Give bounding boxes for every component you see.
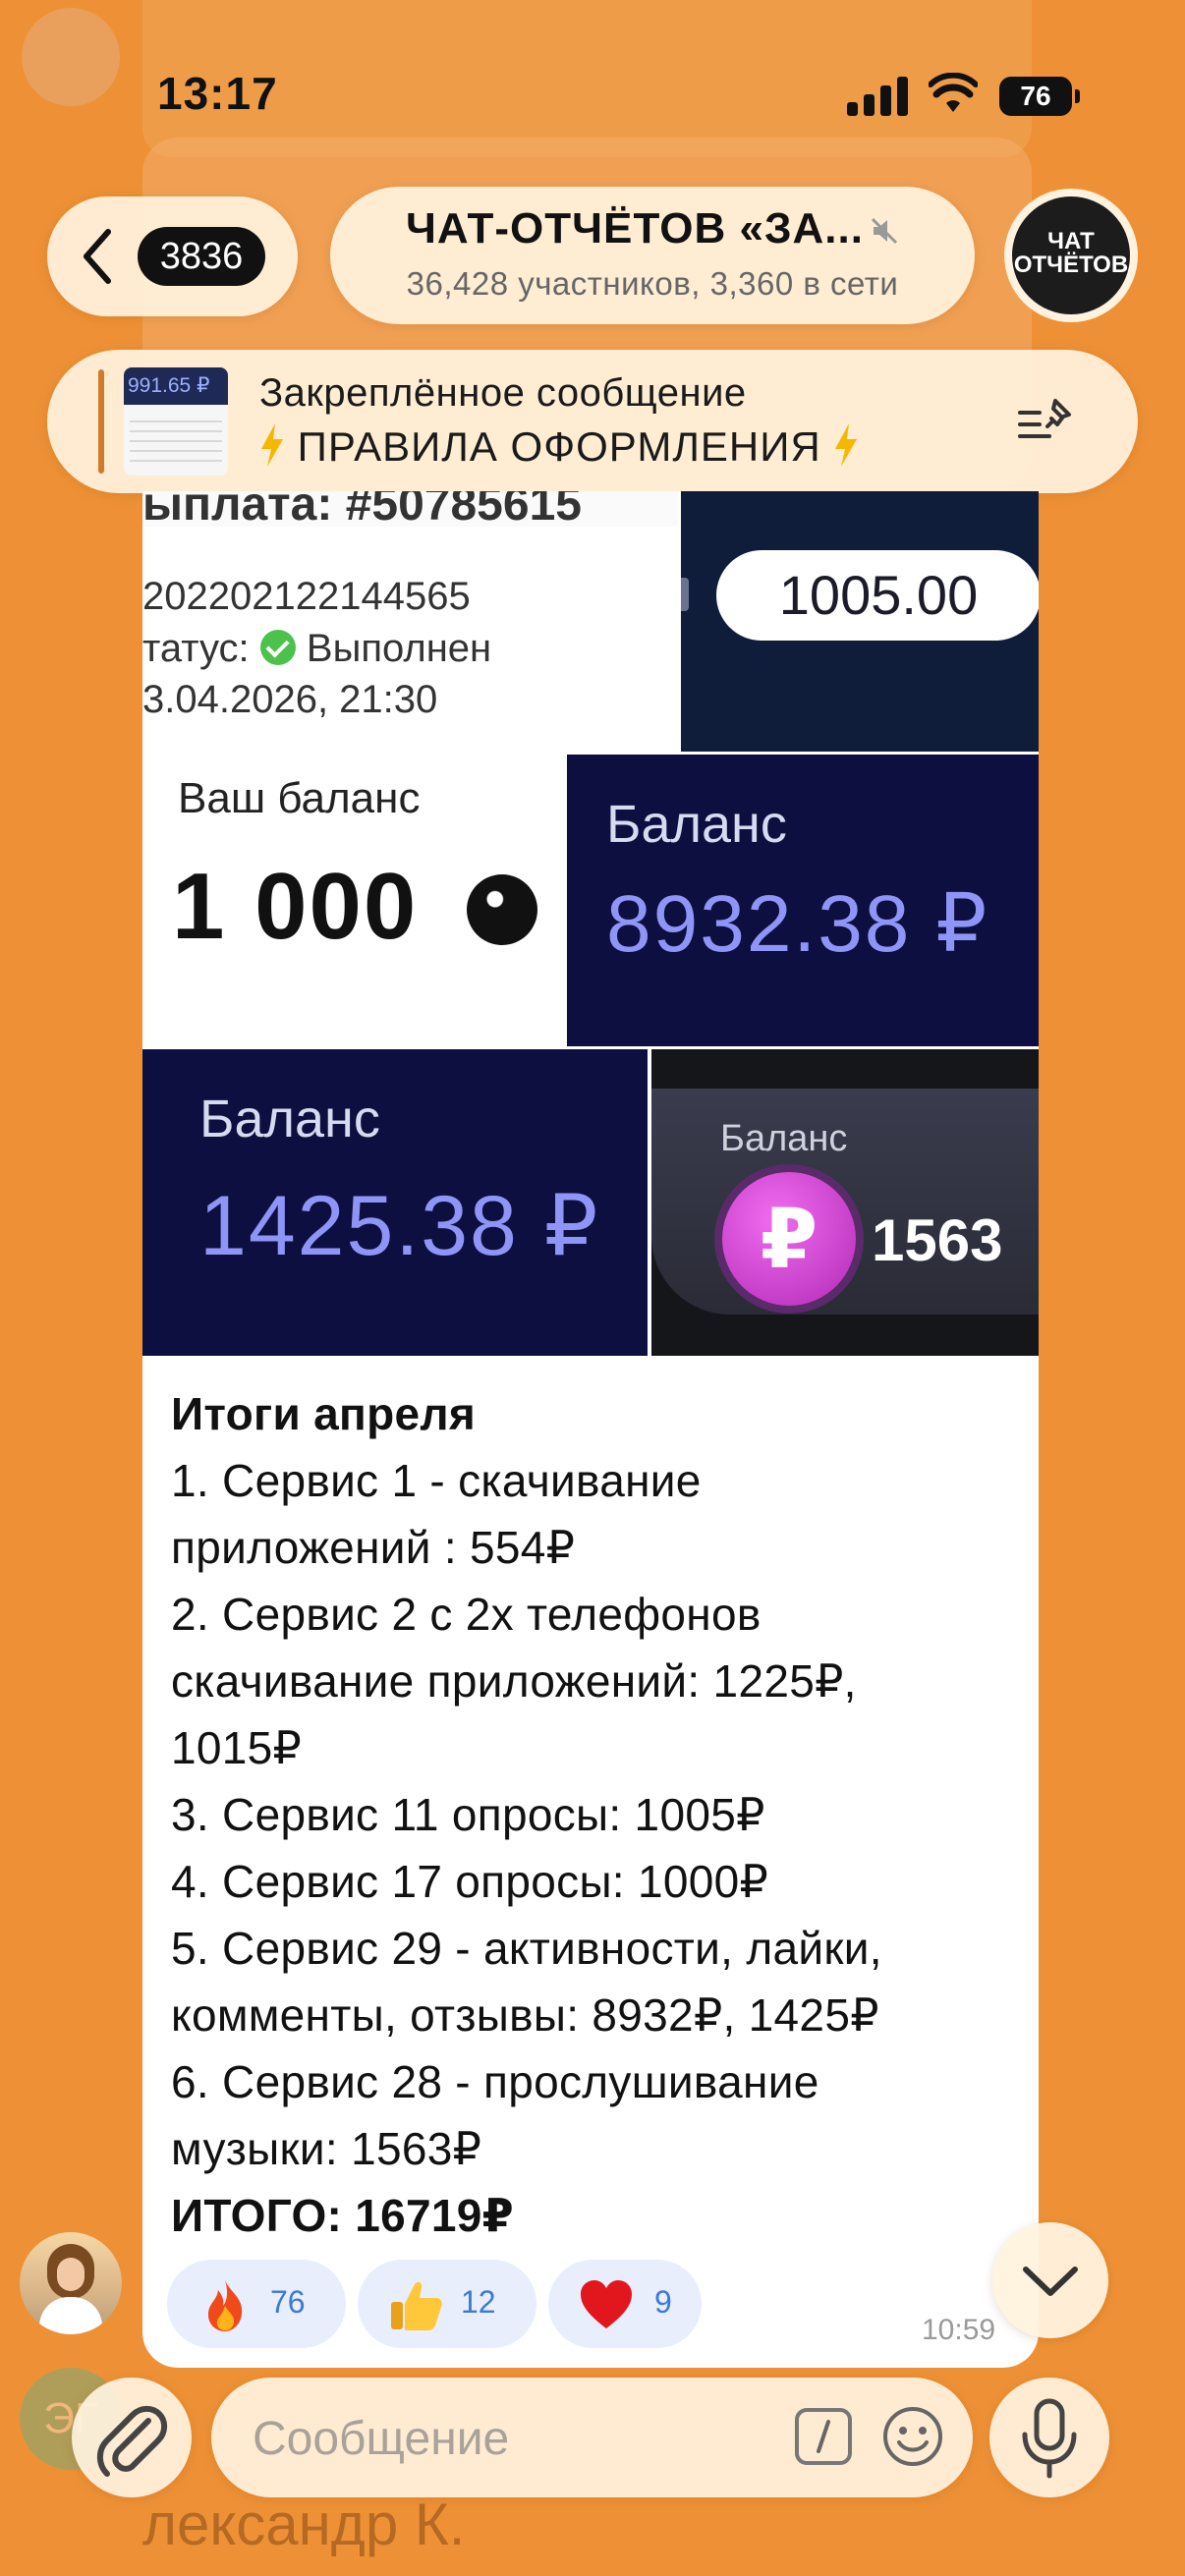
message-line: 3. Сервис 11 опросы: 1005₽ (171, 1789, 765, 1840)
message-line: комменты, отзывы: 8932₽, 1425₽ (171, 1989, 879, 2041)
payout-amount: 1005.00 (716, 550, 1039, 641)
message-line: музыки: 1563₽ (171, 2123, 482, 2174)
reaction-heart[interactable]: 9 (548, 2260, 702, 2348)
image-balance-4[interactable]: Баланс ₽ 1563 (651, 1049, 1039, 1356)
cellular-signal-icon (847, 77, 908, 116)
balance-value: 1425.38 ₽ (199, 1179, 600, 1273)
chat-title-button[interactable]: ЧАТ-ОТЧЁТОВ «ЗА... 36,428 участников, 3,… (330, 187, 975, 324)
message-line: приложений : 554₽ (171, 1522, 576, 1573)
paperclip-icon (96, 2405, 168, 2477)
reaction-count: 76 (270, 2284, 306, 2320)
image-album[interactable]: ыплата: #50785615 202202122144565 татус:… (142, 491, 1039, 1356)
reaction-thumbs-up[interactable]: 12 (358, 2260, 536, 2348)
pinned-text: ПРАВИЛА ОФОРМЛЕНИЯ (259, 423, 859, 471)
pinned-list-icon[interactable] (1016, 395, 1077, 448)
message-input-bar[interactable] (211, 2378, 973, 2499)
microphone-button[interactable] (989, 2378, 1109, 2497)
message-line: скачивание приложений: 1225₽, (171, 1655, 857, 1707)
fire-icon (207, 2280, 243, 2331)
image-payout-receipt[interactable]: ыплата: #50785615 202202122144565 татус:… (142, 491, 678, 752)
balance-label: Баланс (199, 1090, 380, 1148)
pinned-message-bar[interactable]: 991.65 ₽ Закреплённое сообщение ПРАВИЛА … (47, 350, 1138, 493)
pinned-thumbnail-text (130, 413, 222, 466)
background-sender-name: лександр К. (142, 2492, 466, 2557)
balance-value: 1563 (872, 1207, 1003, 1273)
pinned-thumbnail: 991.65 ₽ (124, 367, 228, 476)
reaction-fire[interactable]: 76 (167, 2260, 346, 2348)
coin-icon (467, 874, 537, 945)
payout-status: татус: Выполнен (142, 627, 492, 670)
pinned-thumbnail-value: 991.65 ₽ (124, 367, 228, 405)
chat-avatar-text: ЧАТ ОТЧЁТОВ (1013, 228, 1129, 278)
chat-avatar-image: ЧАТ ОТЧЁТОВ (1012, 196, 1130, 314)
payout-datetime: 3.04.2026, 21:30 (142, 678, 438, 721)
check-icon (259, 630, 296, 665)
scroll-to-bottom-button[interactable] (992, 2222, 1108, 2338)
message-line: 6. Сервис 28 - прослушивание (171, 2056, 819, 2107)
message-bubble[interactable]: ыплата: #50785615 202202122144565 татус:… (142, 491, 1039, 2368)
thumbs-up-icon (391, 2281, 442, 2330)
image-balance-3[interactable]: Баланс 1425.38 ₽ (142, 1049, 648, 1356)
message-total: ИТОГО: 16719₽ (171, 2190, 514, 2241)
balance-label: Баланс (606, 795, 787, 854)
muted-icon (871, 218, 898, 245)
chat-avatar[interactable]: ЧАТ ОТЧЁТОВ (1004, 189, 1138, 322)
balance-label: Ваш баланс (178, 774, 421, 822)
message-time: 10:59 (922, 2314, 996, 2346)
reaction-count: 12 (461, 2284, 496, 2320)
pinned-title: Закреплённое сообщение (259, 371, 747, 415)
background-avatar (22, 8, 120, 106)
status-time: 13:17 (157, 68, 278, 119)
emoji-icon[interactable] (879, 2403, 946, 2470)
microphone-icon (1022, 2398, 1077, 2479)
message-line: 1015₽ (171, 1722, 303, 1773)
reaction-count: 9 (654, 2284, 672, 2320)
image-balance-1[interactable]: Ваш баланс 1 000 (142, 755, 565, 1046)
message-text: Итоги апреля 1. Сервис 1 - скачивание пр… (171, 1380, 1016, 2249)
chevron-down-icon (1023, 2267, 1078, 2296)
wifi-icon (929, 73, 978, 112)
balance-value: 1 000 (172, 854, 419, 959)
lightning-icon (261, 423, 283, 467)
message-line: 5. Сервис 29 - активности, лайки, (171, 1923, 882, 1974)
lightning-icon (835, 423, 858, 467)
image-payout-amount[interactable]: 1005.00 (681, 491, 1039, 752)
balance-value: 8932.38 ₽ (606, 879, 989, 969)
ruble-coin-icon: ₽ (722, 1172, 856, 1306)
chat-title: ЧАТ-ОТЧЁТОВ «ЗА... (330, 204, 975, 253)
attach-button[interactable] (72, 2378, 192, 2497)
message-line: Итоги апреля (171, 1388, 477, 1439)
unread-count-badge: 3836 (138, 227, 265, 286)
battery-indicator: 76 (999, 77, 1080, 116)
message-line: 1. Сервис 1 - скачивание (171, 1455, 702, 1506)
pinned-indicator (98, 369, 104, 474)
bot-commands-button[interactable] (795, 2408, 852, 2465)
payout-header: ыплата: #50785615 (142, 491, 582, 531)
chevron-left-icon (84, 229, 111, 284)
chat-members-count: 36,428 участников, 3,360 в сети (406, 265, 899, 302)
payout-id: 202202122144565 (142, 575, 471, 618)
balance-label: Баланс (720, 1118, 848, 1159)
heart-icon (581, 2280, 632, 2328)
sender-avatar[interactable] (20, 2232, 122, 2334)
message-input[interactable] (251, 2378, 785, 2499)
image-balance-2[interactable]: Баланс 8932.38 ₽ (567, 755, 1039, 1046)
message-line: 4. Сервис 17 опросы: 1000₽ (171, 1856, 769, 1907)
slash-icon (817, 2420, 830, 2453)
back-button[interactable]: 3836 (47, 196, 298, 316)
message-line: 2. Сервис 2 с 2х телефонов (171, 1589, 762, 1640)
